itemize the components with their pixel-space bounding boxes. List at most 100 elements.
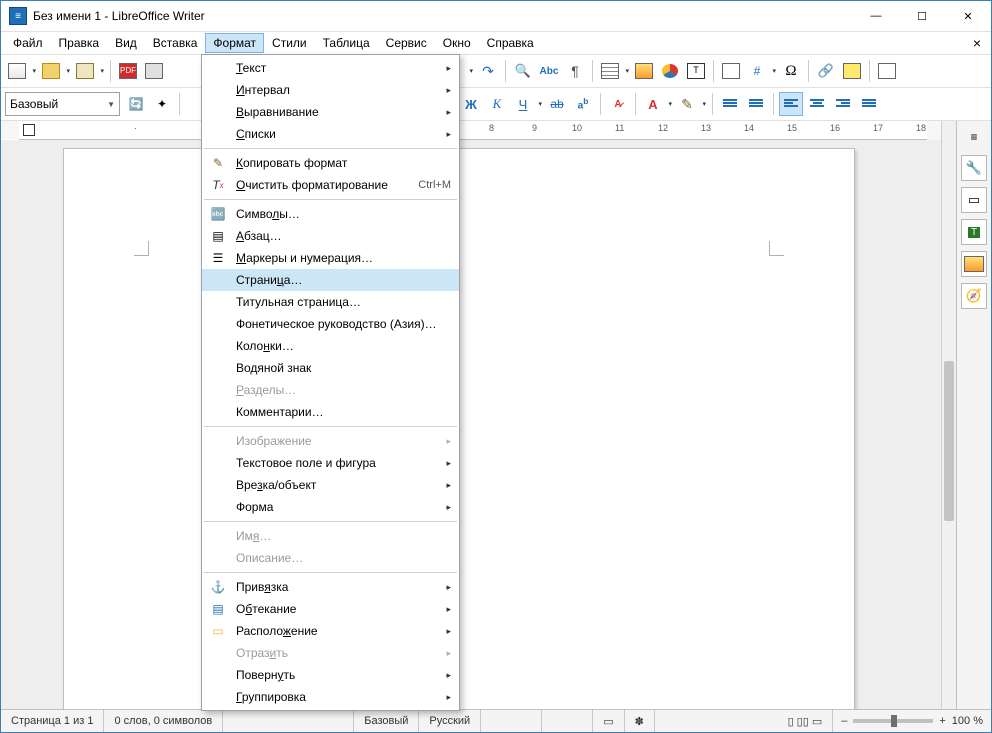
menu-file[interactable]: Файл [5,33,51,53]
menu-item-text-frame[interactable]: Текстовое поле и фигура▸ [202,452,459,474]
highlight-button[interactable]: ✎▾ [675,92,699,116]
margin-corner-icon [134,241,149,256]
sidebar-page-button[interactable]: ▭ [961,187,987,213]
sidebar-navigator-button[interactable]: 🧭 [961,283,987,309]
app-window: ≡ Без имени 1 - LibreOffice Writer — ☐ ✕… [0,0,992,733]
menu-table[interactable]: Таблица [315,33,378,53]
menu-item-text[interactable]: Текст▸ [202,57,459,79]
bullet-list-button[interactable] [718,92,742,116]
export-pdf-button[interactable]: PDF [116,59,140,83]
menu-format[interactable]: Формат [205,33,264,53]
status-language[interactable]: Русский [419,710,481,732]
formatting-marks-button[interactable]: ¶ [563,59,587,83]
spellcheck-button[interactable]: Abc [537,59,561,83]
menu-item-frame-object[interactable]: Врезка/объект▸ [202,474,459,496]
insert-image-button[interactable] [632,59,656,83]
status-signature[interactable]: ✽ [625,710,655,732]
menu-item-watermark[interactable]: Водяной знак [202,357,459,379]
menu-tools[interactable]: Сервис [378,33,435,53]
vertical-scrollbar[interactable] [941,121,956,709]
status-insert-mode[interactable] [542,710,593,732]
menu-item-clone-formatting[interactable]: ✎Копировать формат [202,152,459,174]
number-list-button[interactable] [744,92,768,116]
menu-window[interactable]: Окно [435,33,479,53]
menu-item-group[interactable]: Группировка▸ [202,686,459,708]
menu-edit[interactable]: Правка [51,33,108,53]
menu-help[interactable]: Справка [479,33,542,53]
sidebar-styles-button[interactable]: T [961,219,987,245]
open-button[interactable]: ▾ [39,59,63,83]
close-button[interactable]: ✕ [945,1,991,31]
menu-item-rotate[interactable]: Повернуть▸ [202,664,459,686]
italic-button[interactable]: К [485,92,509,116]
menu-item-page[interactable]: Страница… [202,269,459,291]
paragraph-style-combo[interactable]: Базовый ▼ [5,92,120,116]
status-zoom[interactable]: – + 100 % [833,715,991,727]
menu-item-clear-formatting[interactable]: TxОчистить форматированиеCtrl+M [202,174,459,196]
zoom-in-icon[interactable]: + [939,715,945,727]
zoom-value[interactable]: 100 % [952,715,983,727]
status-selection-mode[interactable]: ▭ [593,710,624,732]
menu-item-align[interactable]: Выравнивание▸ [202,101,459,123]
strikethrough-button[interactable]: ab [545,92,569,116]
title-bar: ≡ Без имени 1 - LibreOffice Writer — ☐ ✕ [1,1,991,32]
draw-functions-button[interactable] [875,59,899,83]
insert-comment-button[interactable] [840,59,864,83]
status-page-style[interactable]: Базовый [354,710,419,732]
menu-insert[interactable]: Вставка [145,33,206,53]
minimize-button[interactable]: — [853,1,899,31]
menu-item-lists[interactable]: Списки▸ [202,123,459,145]
close-document-button[interactable]: × [967,35,987,51]
save-button[interactable]: ▾ [73,59,97,83]
menu-item-wrap[interactable]: ▤Обтекание▸ [202,598,459,620]
sidebar: ≡ 🔧 ▭ T 🧭 [956,121,991,709]
insert-page-break-button[interactable] [719,59,743,83]
menu-item-anchor[interactable]: ⚓Привязка▸ [202,576,459,598]
zoom-slider[interactable] [853,719,933,723]
find-button[interactable]: 🔍 [511,59,535,83]
status-word-count[interactable]: 0 слов, 0 символов [104,710,223,732]
new-document-button[interactable]: ▾ [5,59,29,83]
font-color-button[interactable]: A▾ [641,92,665,116]
underline-button[interactable]: Ч▾ [511,92,535,116]
status-view-layout[interactable]: ▯ ▯▯ ▭ [778,710,834,732]
menu-item-comments[interactable]: Комментарии… [202,401,459,423]
horizontal-ruler[interactable]: · 8 9 10 11 12 13 14 15 16 17 18 [19,121,927,140]
sidebar-gallery-button[interactable] [961,251,987,277]
insert-chart-button[interactable] [658,59,682,83]
menu-item-arrange[interactable]: ▭Расположение▸ [202,620,459,642]
menu-item-title-page[interactable]: Титульная страница… [202,291,459,313]
menu-item-phonetic[interactable]: Фонетическое руководство (Азия)… [202,313,459,335]
menu-item-paragraph[interactable]: ▤Абзац… [202,225,459,247]
document-canvas[interactable] [1,140,941,709]
print-button[interactable] [142,59,166,83]
superscript-button[interactable]: ab [571,92,595,116]
scroll-thumb[interactable] [944,361,954,521]
insert-special-char-button[interactable]: Ω [779,59,803,83]
align-right-button[interactable] [831,92,855,116]
insert-hyperlink-button[interactable]: 🔗 [814,59,838,83]
bold-button[interactable]: Ж [459,92,483,116]
menu-item-form[interactable]: Форма▸ [202,496,459,518]
zoom-out-icon[interactable]: – [841,715,847,727]
menu-item-columns[interactable]: Колонки… [202,335,459,357]
align-left-button[interactable] [779,92,803,116]
redo-button[interactable]: ↷ [476,59,500,83]
insert-textbox-button[interactable]: T [684,59,708,83]
maximize-button[interactable]: ☐ [899,1,945,31]
clear-formatting-button[interactable]: A̷ [606,92,630,116]
status-page[interactable]: Страница 1 из 1 [1,710,104,732]
menu-item-bullets-numbering[interactable]: ☰Маркеры и нумерация… [202,247,459,269]
menu-item-spacing[interactable]: Интервал▸ [202,79,459,101]
menu-view[interactable]: Вид [107,33,145,53]
insert-table-button[interactable]: ▾ [598,59,622,83]
new-style-button[interactable]: ✦ [150,92,174,116]
sidebar-properties-button[interactable]: 🔧 [961,155,987,181]
menu-item-character[interactable]: 🔤Символы… [202,203,459,225]
align-center-button[interactable] [805,92,829,116]
sidebar-settings-icon[interactable]: ≡ [962,125,986,149]
align-justify-button[interactable] [857,92,881,116]
menu-styles[interactable]: Стили [264,33,315,53]
update-style-button[interactable]: 🔄 [124,92,148,116]
insert-field-button[interactable]: #▾ [745,59,769,83]
